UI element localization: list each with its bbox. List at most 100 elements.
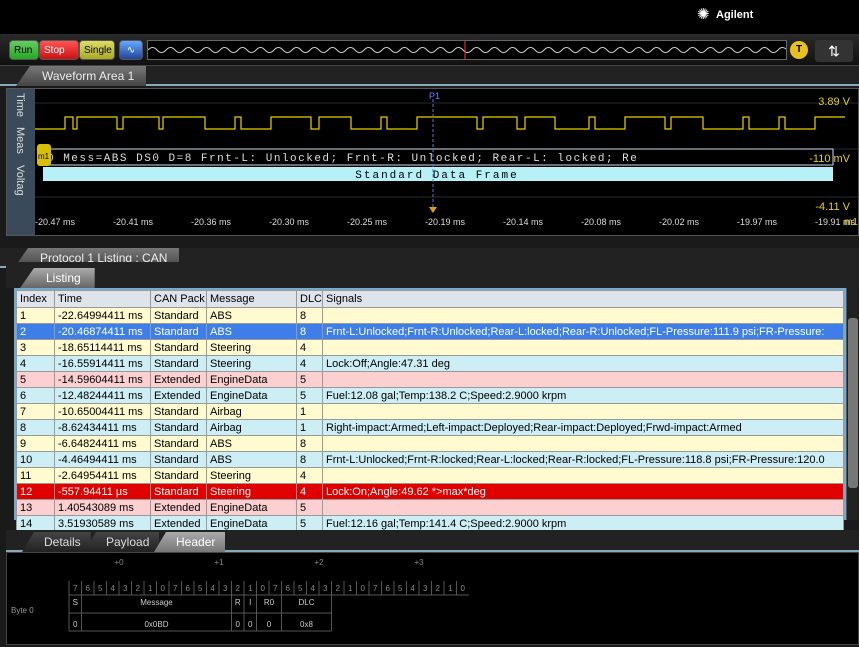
- table-cell: -16.55914411 ms: [54, 355, 151, 372]
- table-cell: 8: [296, 307, 323, 324]
- time-tick: -20.25 ms: [347, 217, 388, 227]
- table-row[interactable]: 7 -10.65004411 ms Standard Airbag 1: [16, 403, 844, 420]
- table-cell: -12.48244411 ms: [54, 387, 151, 404]
- frame-label: Standard Data Frame: [355, 170, 518, 182]
- bit-label: 6: [86, 584, 91, 593]
- table-cell: -4.46494411 ms: [54, 451, 151, 468]
- table-cell: 4: [296, 467, 323, 484]
- bit-label: 0: [161, 584, 166, 593]
- column-header[interactable]: CAN Pack: [150, 290, 207, 308]
- column-header[interactable]: DLC: [296, 290, 323, 308]
- table-cell: [322, 307, 844, 324]
- table-row[interactable]: 10 -4.46494411 ms Standard ABS 8 Frnt-L:Unloc…: [16, 451, 844, 468]
- table-cell: Frnt-L:Unlocked;Frnt-R:Unlocked;Rear-L:l…: [322, 323, 844, 340]
- column-header[interactable]: Time: [54, 290, 151, 308]
- sidebar-voltage[interactable]: Voltag: [14, 165, 26, 196]
- overview-strip[interactable]: [147, 40, 788, 60]
- table-row[interactable]: 3 -18.65114411 ms Standard Steering 4: [16, 339, 844, 356]
- header-panel: +0 +1 +2 +3 7 6 5 4 3 2 1 0 7 6 5 4 3 2 1 0 7 6 5 4 3 2 1 0 7 6 5 4 3 2 1 0…: [6, 552, 859, 645]
- title-bar: ✺ Agilent: [0, 0, 859, 34]
- column-header[interactable]: Message: [206, 290, 297, 308]
- bit-label: 5: [298, 584, 303, 593]
- bit-label: 1: [248, 584, 253, 593]
- control-bar: Run Stop Single ∿ T ⇅: [0, 34, 859, 66]
- time-axis-unit: m1: [844, 217, 858, 228]
- table-row[interactable]: 1 -22.64994411 ms Standard ABS 8: [16, 307, 844, 324]
- table-cell: -18.65114411 ms: [54, 339, 151, 356]
- run-button[interactable]: Run: [9, 40, 39, 60]
- table-cell: EngineData: [206, 371, 297, 388]
- table-row[interactable]: 12 -557.94411 µs Standard Steering 4 Lock:On;…: [16, 483, 844, 500]
- listing-scrollbar[interactable]: [846, 288, 858, 520]
- sidebar-meas[interactable]: Meas: [14, 127, 26, 154]
- table-cell: Steering: [206, 467, 297, 484]
- waveform-area-strip: Waveform Area 1: [0, 66, 859, 86]
- listing-header-row: Index Time CAN Pack Message DLC Signals: [16, 290, 844, 308]
- tab-header[interactable]: Header: [154, 532, 226, 552]
- bit-label: 4: [411, 584, 416, 593]
- field-name: R0: [264, 598, 275, 607]
- byte-group-label: +2: [314, 558, 324, 567]
- bit-label: 6: [386, 584, 391, 593]
- table-cell: 13: [16, 499, 55, 516]
- table-cell: 8: [296, 451, 323, 468]
- table-cell: ABS: [206, 323, 297, 340]
- bit-label: 5: [198, 584, 203, 593]
- single-button[interactable]: Single: [79, 40, 115, 60]
- autoscale-button[interactable]: ∿: [119, 40, 143, 60]
- table-cell: Standard: [150, 483, 207, 500]
- p1-marker-label: P1: [429, 91, 440, 101]
- tab-waveform-area[interactable]: Waveform Area 1: [16, 66, 147, 86]
- table-cell: Standard: [150, 435, 207, 452]
- waveform-plot: 0 Mess=ABS DS0 D=8 Frnt-L: Unlocked; Frn…: [35, 91, 858, 228]
- table-cell: 6: [16, 387, 55, 404]
- overview-waveform: [147, 41, 788, 59]
- table-row[interactable]: 5 -14.59604411 ms Extended EngineData 5: [16, 371, 844, 388]
- bit-label: 7: [73, 584, 78, 593]
- table-cell: 8: [296, 323, 323, 340]
- stop-button[interactable]: Stop: [39, 40, 79, 60]
- table-row[interactable]: 13 1.40543089 ms Extended EngineData 5: [16, 499, 844, 516]
- table-cell: [322, 371, 844, 388]
- table-row[interactable]: 8 -8.62434411 ms Standard Airbag 1 Right-impa…: [16, 419, 844, 436]
- bit-label: 7: [373, 584, 378, 593]
- waveform-area[interactable]: Time Meas Voltag 0 Mess=ABS DS0 D=8 Frnt…: [6, 88, 859, 236]
- table-cell: Standard: [150, 403, 207, 420]
- tab-payload[interactable]: Payload: [84, 532, 160, 552]
- table-cell: Steering: [206, 483, 297, 500]
- field-name: R: [235, 598, 241, 607]
- sidebar-time[interactable]: Time: [14, 93, 26, 117]
- table-cell: 4: [296, 483, 323, 500]
- bit-label: 6: [286, 584, 291, 593]
- column-header[interactable]: Index: [16, 290, 55, 308]
- table-row[interactable]: 9 -6.64824411 ms Standard ABS 8: [16, 435, 844, 452]
- trigger-button[interactable]: T: [790, 41, 808, 59]
- table-row[interactable]: 2 -20.46874411 ms Standard ABS 8 Frnt-L:Unloc…: [16, 323, 844, 340]
- tab-details[interactable]: Details: [22, 532, 91, 552]
- byte-group-label: +0: [114, 558, 124, 567]
- acquisition-icon[interactable]: ⇅: [815, 40, 853, 62]
- field-value: 0x8: [300, 620, 313, 629]
- bit-label: 3: [123, 584, 128, 593]
- scrollbar-thumb[interactable]: [848, 318, 858, 488]
- field-name: DLC: [298, 598, 314, 607]
- tab-listing[interactable]: Listing: [20, 268, 95, 288]
- table-row[interactable]: 6 -12.48244411 ms Extended EngineData 5 Fuel:…: [16, 387, 844, 404]
- decode-text: 0 Mess=ABS DS0 D=8 Frnt-L: Unlocked; Frn…: [47, 153, 638, 165]
- column-header[interactable]: Signals: [322, 290, 844, 308]
- table-cell: -20.46874411 ms: [54, 323, 151, 340]
- table-cell: Lock:On;Angle:49.62 *>max*deg: [322, 483, 844, 500]
- bit-label: 1: [148, 584, 153, 593]
- table-cell: 4: [296, 355, 323, 372]
- table-row[interactable]: 4 -16.55914411 ms Standard Steering 4 Lock:Of…: [16, 355, 844, 372]
- table-cell: EngineData: [206, 499, 297, 516]
- table-cell: Extended: [150, 371, 207, 388]
- table-cell: Steering: [206, 355, 297, 372]
- table-cell: 1: [296, 403, 323, 420]
- table-row[interactable]: 11 -2.64954411 ms Standard Steering 4: [16, 467, 844, 484]
- table-cell: ABS: [206, 307, 297, 324]
- table-cell: ABS: [206, 451, 297, 468]
- listing-table-container[interactable]: Index Time CAN Pack Message DLC Signals 1 -22.…: [14, 288, 846, 532]
- table-cell: 5: [296, 371, 323, 388]
- table-cell: 10: [16, 451, 55, 468]
